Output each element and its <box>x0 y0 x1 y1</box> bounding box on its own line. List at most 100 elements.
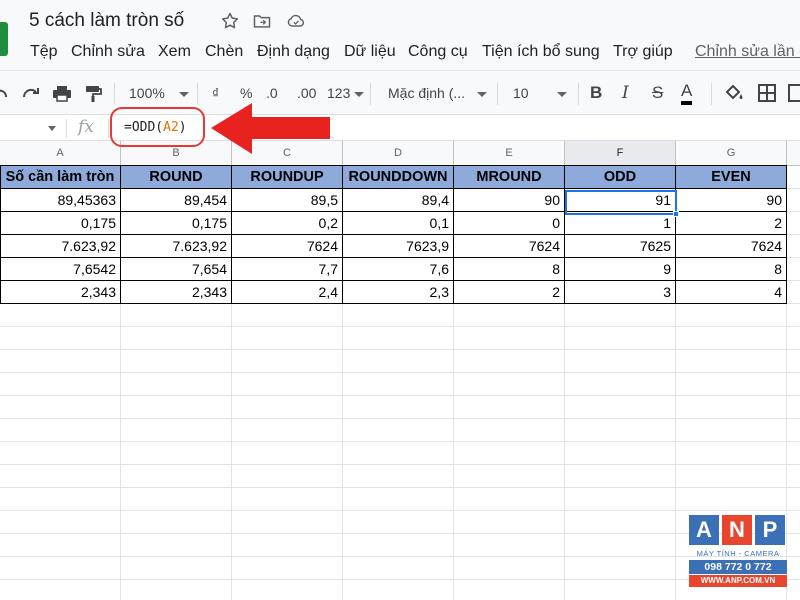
table-cell[interactable]: 89,45363 <box>0 189 121 212</box>
table-cell[interactable]: 7,6 <box>343 258 454 281</box>
empty-cell[interactable] <box>787 511 800 534</box>
menu-file[interactable]: Tệp <box>30 43 58 61</box>
table-cell[interactable]: 7624 <box>676 235 787 258</box>
table-cell[interactable]: 7,654 <box>121 258 232 281</box>
text-color-button[interactable]: A <box>681 81 693 105</box>
empty-cell[interactable] <box>232 350 343 373</box>
empty-cell[interactable] <box>565 534 676 557</box>
column-header-a[interactable]: A <box>0 141 121 166</box>
empty-cell[interactable] <box>454 534 565 557</box>
empty-cell[interactable] <box>454 442 565 465</box>
empty-cell[interactable] <box>0 373 121 396</box>
table-cell[interactable]: 90 <box>454 189 565 212</box>
menu-edit[interactable]: Chỉnh sửa <box>71 43 145 61</box>
empty-cell[interactable] <box>565 580 676 600</box>
empty-cell[interactable] <box>565 465 676 488</box>
italic-button[interactable]: I <box>622 81 629 105</box>
empty-cell[interactable] <box>0 396 121 419</box>
print-icon[interactable] <box>51 81 73 105</box>
empty-cell[interactable] <box>0 327 121 350</box>
table-cell[interactable]: 2,3 <box>343 281 454 304</box>
empty-cell[interactable] <box>454 557 565 580</box>
menu-data[interactable]: Dữ liệu <box>344 43 396 61</box>
empty-cell[interactable] <box>787 488 800 511</box>
empty-cell[interactable] <box>565 442 676 465</box>
empty-cell[interactable] <box>0 534 121 557</box>
empty-cell[interactable] <box>232 580 343 600</box>
move-folder-icon[interactable] <box>252 11 272 31</box>
font-family-select[interactable]: Mặc định (... <box>388 81 488 105</box>
empty-cell[interactable] <box>676 327 787 350</box>
empty-cell[interactable] <box>121 580 232 600</box>
table-cell[interactable]: 89,454 <box>121 189 232 212</box>
empty-cell[interactable] <box>232 419 343 442</box>
empty-cell[interactable] <box>121 534 232 557</box>
empty-cell[interactable] <box>787 557 800 580</box>
empty-cell[interactable] <box>454 327 565 350</box>
menu-format[interactable]: Định dạng <box>257 43 330 61</box>
empty-cell[interactable] <box>676 442 787 465</box>
empty-cell[interactable] <box>787 258 800 281</box>
table-cell[interactable]: 7625 <box>565 235 676 258</box>
table-cell[interactable]: 89,5 <box>232 189 343 212</box>
empty-cell[interactable] <box>454 511 565 534</box>
empty-cell[interactable] <box>343 350 454 373</box>
empty-cell[interactable] <box>787 465 800 488</box>
empty-cell[interactable] <box>232 488 343 511</box>
empty-cell[interactable] <box>232 442 343 465</box>
column-header-g[interactable]: G <box>676 141 787 166</box>
empty-cell[interactable] <box>787 534 800 557</box>
column-header-h[interactable] <box>787 141 800 166</box>
empty-cell[interactable] <box>565 488 676 511</box>
table-cell[interactable]: 7624 <box>232 235 343 258</box>
empty-cell[interactable] <box>121 327 232 350</box>
empty-cell[interactable] <box>0 350 121 373</box>
empty-cell[interactable] <box>343 373 454 396</box>
column-header-e[interactable]: E <box>454 141 565 166</box>
empty-cell[interactable] <box>0 465 121 488</box>
table-cell[interactable]: 7,7 <box>232 258 343 281</box>
empty-cell[interactable] <box>343 511 454 534</box>
empty-cell[interactable] <box>787 166 800 189</box>
table-cell[interactable]: 2,4 <box>232 281 343 304</box>
empty-cell[interactable] <box>232 373 343 396</box>
table-header-cell[interactable]: EVEN <box>676 166 787 189</box>
empty-cell[interactable] <box>676 465 787 488</box>
table-header-cell[interactable]: ROUNDUP <box>232 166 343 189</box>
document-title[interactable]: 5 cách làm tròn số <box>29 10 184 32</box>
empty-cell[interactable] <box>121 396 232 419</box>
empty-cell[interactable] <box>676 419 787 442</box>
menu-tools[interactable]: Công cụ <box>408 43 468 61</box>
name-box-dropdown-icon[interactable] <box>48 126 56 131</box>
empty-cell[interactable] <box>0 580 121 600</box>
table-cell[interactable]: 7623,9 <box>343 235 454 258</box>
empty-cell[interactable] <box>232 304 343 327</box>
empty-cell[interactable] <box>232 557 343 580</box>
empty-cell[interactable] <box>787 212 800 235</box>
empty-cell[interactable] <box>454 580 565 600</box>
undo-icon[interactable] <box>0 81 12 105</box>
empty-cell[interactable] <box>565 350 676 373</box>
empty-cell[interactable] <box>343 442 454 465</box>
star-icon[interactable] <box>220 11 240 31</box>
empty-cell[interactable] <box>676 488 787 511</box>
empty-cell[interactable] <box>787 281 800 304</box>
empty-cell[interactable] <box>121 350 232 373</box>
empty-cell[interactable] <box>787 350 800 373</box>
empty-cell[interactable] <box>343 465 454 488</box>
empty-cell[interactable] <box>787 580 800 600</box>
table-cell[interactable]: 0,1 <box>343 212 454 235</box>
column-header-f[interactable]: F <box>565 141 676 166</box>
table-cell[interactable]: 89,4 <box>343 189 454 212</box>
menu-insert[interactable]: Chèn <box>205 43 243 61</box>
empty-cell[interactable] <box>121 304 232 327</box>
empty-cell[interactable] <box>343 534 454 557</box>
empty-cell[interactable] <box>454 465 565 488</box>
empty-cell[interactable] <box>0 419 121 442</box>
empty-cell[interactable] <box>0 442 121 465</box>
empty-cell[interactable] <box>787 327 800 350</box>
empty-cell[interactable] <box>343 396 454 419</box>
empty-cell[interactable] <box>787 419 800 442</box>
table-cell[interactable]: 4 <box>676 281 787 304</box>
table-cell[interactable]: 2,343 <box>0 281 121 304</box>
